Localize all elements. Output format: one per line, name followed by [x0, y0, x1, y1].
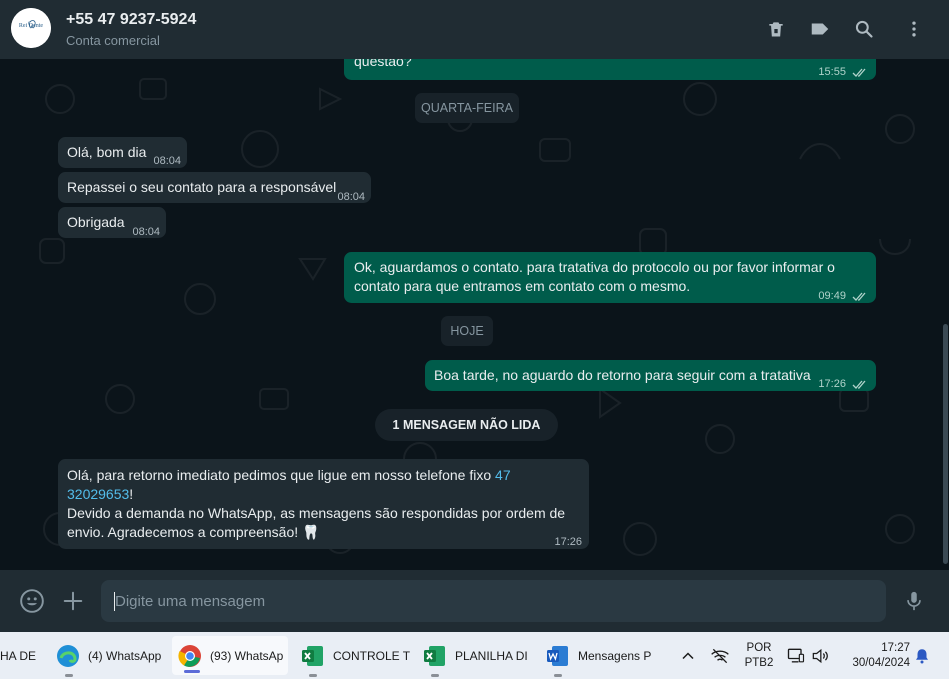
- taskbar-active-indicator: [184, 670, 200, 673]
- taskbar-item-word[interactable]: Mensagens P: [546, 632, 654, 679]
- message-composer: [0, 570, 949, 632]
- taskbar-item-edge-whatsapp[interactable]: (4) WhatsApp: [56, 632, 162, 679]
- message-incoming[interactable]: Olá, para retorno imediato pedimos que l…: [58, 459, 589, 549]
- message-text: questão?: [354, 59, 412, 69]
- microphone-icon[interactable]: [900, 587, 928, 615]
- message-text-line4: envio. Agradecemos a compreensão! 🦷: [67, 524, 320, 540]
- avatar[interactable]: Rei Dente: [11, 8, 51, 48]
- windows-taskbar: HA DE (4) WhatsApp (93) WhatsAp CONTROLE…: [0, 632, 949, 679]
- message-input[interactable]: [101, 580, 886, 622]
- attach-plus-icon[interactable]: [59, 587, 87, 615]
- text-caret: [114, 592, 115, 611]
- menu-icon[interactable]: [901, 16, 927, 42]
- taskbar-item-excel-planilha[interactable]: PLANILHA DI: [423, 632, 531, 679]
- taskbar-indicator: [431, 674, 439, 677]
- message-incoming[interactable]: Obrigada 08:04: [58, 207, 166, 238]
- message-incoming[interactable]: Olá, bom dia 08:04: [58, 137, 187, 168]
- chat-scrollbar[interactable]: [943, 324, 948, 564]
- excel-icon: [424, 645, 445, 666]
- phone-link[interactable]: 47: [495, 467, 511, 483]
- double-check-icon: [852, 380, 866, 389]
- date-divider: QUARTA-FEIRA: [415, 93, 519, 123]
- message-outgoing[interactable]: questão? 15:55: [344, 59, 876, 80]
- message-text: Obrigada: [67, 214, 125, 230]
- message-text-line2: 32029653!: [67, 486, 134, 502]
- taskbar-indicator: [65, 674, 73, 677]
- message-time: 17:26: [554, 536, 582, 548]
- message-text: Repassei o seu contato para a responsáve…: [67, 179, 337, 195]
- taskbar-indicator: [309, 674, 317, 677]
- taskbar-item-chrome-whatsapp[interactable]: (93) WhatsAp: [172, 636, 288, 675]
- message-text: Boa tarde, no aguardo do retorno para se…: [434, 367, 811, 383]
- taskbar-item[interactable]: HA DE: [0, 632, 48, 679]
- system-clock[interactable]: 17:27 30/04/2024: [842, 641, 910, 671]
- chrome-browser-icon: [178, 644, 201, 667]
- language-indicator[interactable]: POR PTB2: [740, 641, 778, 671]
- message-time: 15:55: [818, 66, 846, 78]
- emoji-icon[interactable]: [18, 587, 46, 615]
- excel-icon: [302, 645, 323, 666]
- message-text-line1: Ok, aguardamos o contato. para tratativa…: [354, 259, 835, 275]
- delete-icon[interactable]: [763, 16, 789, 42]
- message-text-line2: contato para que entramos em contato com…: [354, 278, 691, 294]
- edge-browser-icon: [57, 644, 79, 667]
- chevron-up-icon[interactable]: [678, 646, 698, 666]
- message-outgoing[interactable]: Boa tarde, no aguardo do retorno para se…: [425, 360, 876, 391]
- message-time: 08:04: [153, 155, 181, 167]
- message-time: 08:04: [337, 191, 365, 203]
- search-icon[interactable]: [851, 16, 877, 42]
- message-text: Olá, bom dia: [67, 144, 147, 160]
- message-time: 09:49: [818, 290, 846, 302]
- message-text-line1: Olá, para retorno imediato pedimos que l…: [67, 467, 511, 483]
- word-icon: [547, 645, 568, 666]
- chat-header: Rei Dente +55 47 9237-5924 Conta comerci…: [0, 0, 949, 59]
- taskbar-item-excel-controle[interactable]: CONTROLE T: [301, 632, 411, 679]
- message-incoming[interactable]: Repassei o seu contato para a responsáve…: [58, 172, 371, 203]
- message-time: 08:04: [132, 226, 160, 238]
- double-check-icon: [852, 68, 866, 77]
- message-time: 17:26: [818, 378, 846, 390]
- message-text-line3: Devido a demanda no WhatsApp, as mensage…: [67, 505, 566, 521]
- avatar-text: Rei Dente: [18, 23, 44, 29]
- conversation-panel[interactable]: questão? 15:55 QUARTA-FEIRA Olá, bom dia…: [0, 59, 949, 570]
- display-icon[interactable]: [786, 646, 806, 666]
- notification-bell-icon[interactable]: [913, 647, 933, 667]
- label-icon[interactable]: [807, 16, 833, 42]
- phone-link[interactable]: 32029653: [67, 486, 129, 502]
- contact-subtitle: Conta comercial: [66, 33, 160, 48]
- contact-name[interactable]: +55 47 9237-5924: [66, 11, 196, 29]
- double-check-icon: [852, 292, 866, 301]
- date-divider: HOJE: [441, 316, 493, 346]
- unread-messages-divider: 1 MENSAGEM NÃO LIDA: [375, 409, 558, 441]
- taskbar-indicator: [554, 674, 562, 677]
- volume-icon[interactable]: [810, 646, 830, 666]
- network-offline-icon[interactable]: [709, 646, 731, 666]
- message-outgoing[interactable]: Ok, aguardamos o contato. para tratativa…: [344, 252, 876, 303]
